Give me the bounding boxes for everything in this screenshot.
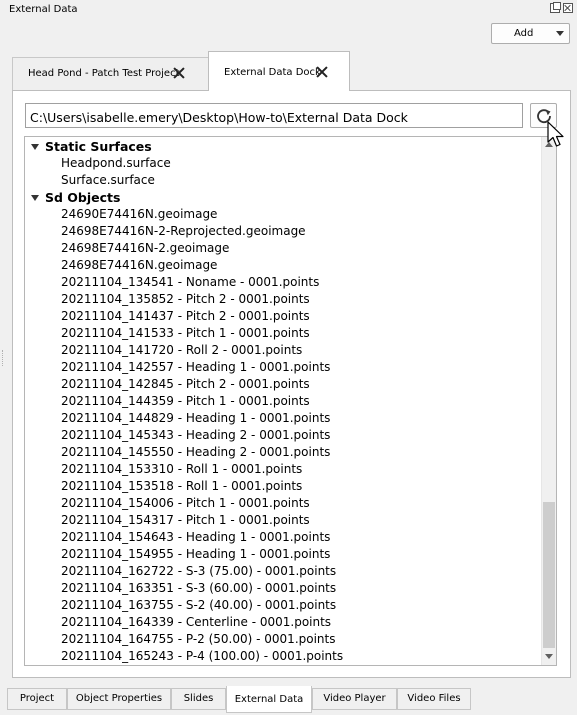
item-label: 20211104_141720 - Roll 2 - 0001.points xyxy=(61,343,303,357)
item-label: 20211104_134541 - Noname - 0001.points xyxy=(61,275,320,289)
group-label: Sd Objects xyxy=(45,190,121,205)
item-label: 20211104_163755 - S-2 (40.00) - 0001.poi… xyxy=(61,598,337,612)
item-label: 20211104_162722 - S-3 (75.00) - 0001.poi… xyxy=(61,564,337,578)
tab-external-data[interactable]: External Data xyxy=(226,686,312,713)
close-tab-icon[interactable] xyxy=(173,67,185,79)
item-label: 24698E74416N.geoimage xyxy=(61,258,218,272)
tab-label: Video Files xyxy=(407,693,461,704)
tab-video-files[interactable]: Video Files xyxy=(397,688,471,710)
item-label: 20211104_163351 - S-3 (60.00) - 0001.poi… xyxy=(61,581,337,595)
tab-project[interactable]: Project xyxy=(7,688,67,710)
item-label: 24698E74416N-2-Reprojected.geoimage xyxy=(61,224,306,238)
folder-path-input[interactable] xyxy=(25,103,523,128)
item-label: Surface.surface xyxy=(61,173,155,187)
external-data-tree[interactable]: Static Surfaces Headpond.surface Surface… xyxy=(24,136,557,666)
dock-title-bar: External Data xyxy=(0,0,577,20)
item-label: 20211104_144829 - Heading 1 - 0001.point… xyxy=(61,411,331,425)
tab-label: Head Pond - Patch Test Project xyxy=(28,68,180,79)
tab-label: Video Player xyxy=(323,693,386,704)
item-label: 20211104_145550 - Heading 2 - 0001.point… xyxy=(61,445,331,459)
tab-object-properties[interactable]: Object Properties xyxy=(67,688,171,710)
item-label: 24690E74416N.geoimage xyxy=(61,207,218,221)
item-label: 24698E74416N-2.geoimage xyxy=(61,241,230,255)
item-label: 20211104_142845 - Pitch 2 - 0001.points xyxy=(61,377,310,391)
scroll-down-icon[interactable] xyxy=(545,654,553,659)
item-label: 20211104_145343 - Heading 2 - 0001.point… xyxy=(61,428,331,442)
close-tab-icon[interactable] xyxy=(316,66,328,78)
scrollbar-thumb[interactable] xyxy=(543,502,555,648)
caret-down-icon[interactable] xyxy=(31,195,39,201)
tab-video-player[interactable]: Video Player xyxy=(312,688,397,710)
item-label: 20211104_164755 - P-2 (50.00) - 0001.poi… xyxy=(61,632,336,646)
item-label: 20211104_154955 - Heading 1 - 0001.point… xyxy=(61,547,331,561)
bottom-dock-tabs: Project Object Properties Slides Externa… xyxy=(0,686,577,715)
item-label: 20211104_153310 - Roll 1 - 0001.points xyxy=(61,462,303,476)
close-window-icon[interactable] xyxy=(563,3,573,13)
mouse-pointer-icon xyxy=(547,121,564,147)
tab-label: External Data Dock xyxy=(224,67,321,78)
item-label: 20211104_142557 - Heading 1 - 0001.point… xyxy=(61,360,331,374)
caret-down-icon[interactable] xyxy=(31,144,39,150)
group-label: Static Surfaces xyxy=(45,139,152,154)
item-label: 20211104_144359 - Pitch 1 - 0001.points xyxy=(61,394,310,408)
item-label: Headpond.surface xyxy=(61,156,171,170)
tab-label: Object Properties xyxy=(75,693,163,704)
chevron-down-icon xyxy=(556,31,564,36)
dock-resize-grip[interactable] xyxy=(2,350,5,366)
tab-external-data-dock[interactable]: External Data Dock xyxy=(208,51,350,91)
tab-head-pond-project[interactable]: Head Pond - Patch Test Project xyxy=(12,57,209,90)
item-label: 20211104_135852 - Pitch 2 - 0001.points xyxy=(61,292,310,306)
tab-slides[interactable]: Slides xyxy=(171,688,226,710)
tab-label: External Data xyxy=(234,694,304,705)
item-label: 20211104_154643 - Heading 1 - 0001.point… xyxy=(61,530,331,544)
item-label: 20211104_154006 - Pitch 1 - 0001.points xyxy=(61,496,310,510)
item-label: 20211104_141437 - Pitch 2 - 0001.points xyxy=(61,309,310,323)
item-label: 20211104_154317 - Pitch 1 - 0001.points xyxy=(61,513,310,527)
tab-label: Project xyxy=(19,693,55,704)
float-window-icon[interactable] xyxy=(550,2,561,13)
tree-scrollbar[interactable] xyxy=(541,137,556,665)
item-label: 20211104_141533 - Pitch 1 - 0001.points xyxy=(61,326,310,340)
item-label: 20211104_153518 - Roll 1 - 0001.points xyxy=(61,479,303,493)
add-button-label: Add xyxy=(514,28,534,39)
item-label: 20211104_164339 - Centerline - 0001.poin… xyxy=(61,615,332,629)
tab-label: Slides xyxy=(183,693,214,704)
item-label: 20211104_165243 - P-4 (100.00) - 0001.po… xyxy=(61,649,344,663)
dock-title: External Data xyxy=(9,4,78,15)
add-dropdown-button[interactable]: Add xyxy=(491,23,570,44)
